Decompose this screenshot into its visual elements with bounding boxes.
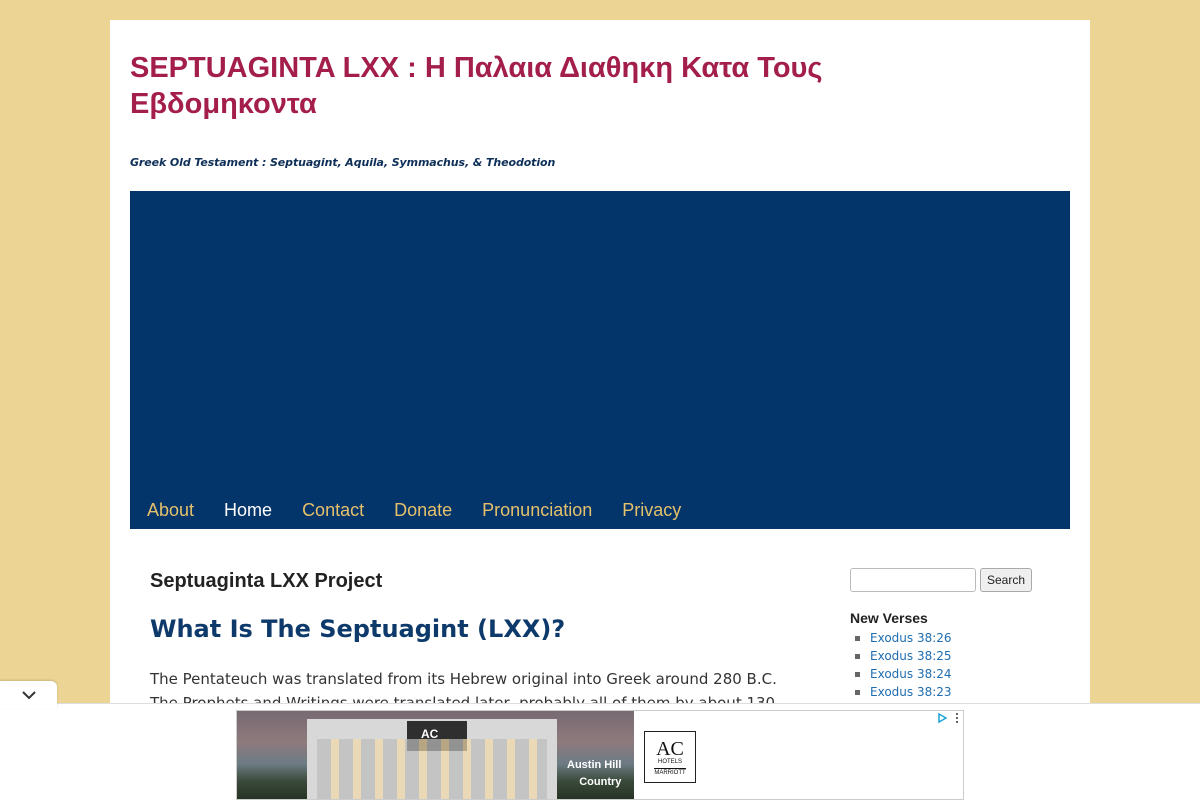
hotel-building: AC [307, 719, 557, 799]
logo-main: AC [656, 737, 684, 760]
site-description: Greek Old Testament : Septuagint, Aquila… [130, 156, 556, 169]
hotel-sign: AC [407, 721, 467, 751]
verse-link[interactable]: Exodus 38:26 [870, 631, 952, 645]
verse-link[interactable]: Exodus 38:23 [870, 685, 952, 699]
adchoices-icon[interactable] [935, 711, 949, 724]
ac-hotels-logo: AC HOTELS MARRIOTT [644, 731, 696, 783]
entry-title: Septuaginta LXX Project [150, 570, 383, 592]
logo-sub: HOTELS [657, 758, 682, 765]
verse-link[interactable]: Exodus 38:24 [870, 667, 952, 681]
list-item: Exodus 38:26 [850, 629, 1070, 647]
list-item: Exodus 38:23 [850, 683, 1070, 701]
ad-controls [935, 711, 963, 724]
bullet-icon [855, 671, 860, 677]
bullet-icon [855, 689, 860, 695]
ad-caption-line1: Austin Hill [567, 759, 622, 771]
ad-caption-line2: Country [579, 776, 622, 788]
list-item: Exodus 38:24 [850, 665, 1070, 683]
ad-caption: Austin Hill Country [567, 757, 621, 791]
main-content: Septuaginta LXX Project What Is The Sept… [150, 570, 780, 715]
ad-brand-panel: AC HOTELS MARRIOTT [634, 711, 963, 799]
verse-link[interactable]: Exodus 38:25 [870, 649, 952, 663]
nav-contact[interactable]: Contact [297, 500, 369, 521]
site-title[interactable]: SEPTUAGINTA LXX : Η Παλαια Διαθηκη Κατα … [130, 50, 830, 122]
ad-menu-icon[interactable] [951, 711, 963, 724]
search-button[interactable]: Search [980, 568, 1033, 592]
nav-privacy[interactable]: Privacy [617, 500, 686, 521]
list-item: Exodus 38:25 [850, 647, 1070, 665]
main-nav: About Home Contact Donate Pronunciation … [142, 500, 686, 521]
section-heading: What Is The Septuagint (LXX)? [150, 615, 566, 643]
sidebar: Search New Verses Exodus 38:26 Exodus 38… [850, 568, 1070, 701]
logo-brand: MARRIOTT [654, 767, 686, 776]
search-input[interactable] [850, 568, 976, 592]
ad-hotel-image: AC Austin Hill Country [237, 711, 634, 799]
new-verses-title: New Verses [850, 610, 928, 626]
ad-banner[interactable]: AC Austin Hill Country AC HOTELS MARRIOT… [236, 710, 964, 800]
hotel-sign-text: AC [421, 727, 439, 741]
nav-donate[interactable]: Donate [389, 500, 457, 521]
page-container: SEPTUAGINTA LXX : Η Παλαια Διαθηκη Κατα … [110, 20, 1090, 800]
bullet-icon [855, 635, 860, 641]
chevron-down-icon [21, 691, 36, 700]
new-verses-list: Exodus 38:26 Exodus 38:25 Exodus 38:24 E… [850, 629, 1070, 701]
header-banner: About Home Contact Donate Pronunciation … [130, 191, 1070, 529]
nav-pronunciation[interactable]: Pronunciation [477, 500, 597, 521]
search-form: Search [850, 568, 1070, 592]
nav-about[interactable]: About [142, 500, 199, 521]
ad-collapse-button[interactable] [0, 681, 57, 709]
bullet-icon [855, 653, 860, 659]
nav-home[interactable]: Home [219, 500, 277, 521]
